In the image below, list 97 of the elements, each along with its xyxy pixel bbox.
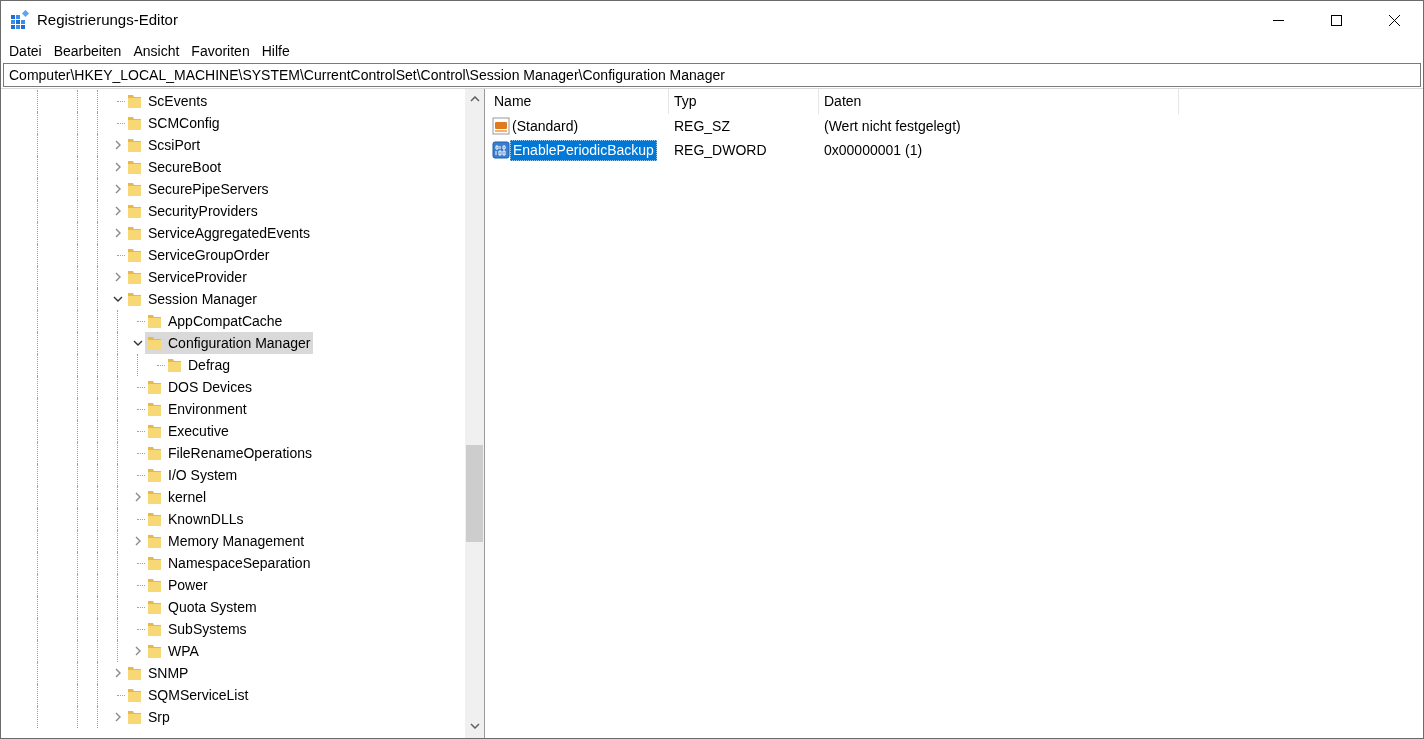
folder-icon	[126, 114, 143, 132]
folder-icon	[146, 488, 163, 506]
folder-icon	[126, 664, 143, 682]
tree-item[interactable]: SCMConfig	[125, 112, 223, 134]
tree-item[interactable]: NamespaceSeparation	[145, 552, 314, 574]
folder-icon	[146, 532, 163, 550]
maximize-icon	[1330, 14, 1342, 26]
value-name[interactable]: EnablePeriodicBackup	[510, 139, 657, 161]
chevron-right-icon[interactable]	[113, 184, 123, 194]
tree-item[interactable]: Defrag	[165, 354, 234, 376]
tree-item[interactable]: Executive	[145, 420, 232, 442]
scroll-down-icon[interactable]	[469, 723, 480, 729]
value-data: 0x00000001 (1)	[823, 140, 924, 160]
tree-item[interactable]: I/O System	[145, 464, 241, 486]
folder-icon	[146, 554, 163, 572]
column-header[interactable]: Name	[489, 89, 669, 114]
tree-item[interactable]: ServiceAggregatedEvents	[125, 222, 313, 244]
tree-item[interactable]: Memory Management	[145, 530, 308, 552]
registry-app-icon	[10, 10, 30, 30]
chevron-right-icon[interactable]	[113, 162, 123, 172]
folder-icon	[126, 224, 143, 242]
folder-icon	[126, 202, 143, 220]
folder-icon	[146, 642, 163, 660]
tree-item[interactable]: kernel	[145, 486, 210, 508]
menu-item[interactable]: Ansicht	[127, 40, 186, 62]
tree-item[interactable]: Configuration Manager	[145, 332, 314, 354]
chevron-right-icon[interactable]	[133, 536, 143, 546]
chevron-right-icon[interactable]	[113, 272, 123, 282]
value-type: REG_SZ	[673, 116, 731, 136]
chevron-right-icon[interactable]	[133, 492, 143, 502]
tree-item[interactable]: ServiceProvider	[125, 266, 250, 288]
tree-item[interactable]: SNMP	[125, 662, 192, 684]
column-header[interactable]: Typ	[669, 89, 819, 114]
scrollbar[interactable]	[465, 89, 484, 738]
folder-icon	[126, 92, 143, 110]
tree-item[interactable]: SecurityProviders	[125, 200, 261, 222]
folder-icon	[126, 290, 143, 308]
string-value-icon	[492, 117, 510, 135]
folder-icon	[126, 158, 143, 176]
tree-item[interactable]: SQMServiceList	[125, 684, 252, 706]
folder-icon	[146, 378, 163, 396]
tree-item[interactable]: KnownDLLs	[145, 508, 247, 530]
folder-icon	[146, 400, 163, 418]
value-type: REG_DWORD	[673, 140, 768, 160]
chevron-right-icon[interactable]	[113, 140, 123, 150]
close-icon	[1388, 14, 1400, 26]
tree-item[interactable]: ScEvents	[125, 90, 211, 112]
tree-item[interactable]: WPA	[145, 640, 202, 662]
tree-item[interactable]: Environment	[145, 398, 250, 420]
folder-icon	[146, 312, 163, 330]
tree-item[interactable]: Power	[145, 574, 211, 596]
chevron-right-icon[interactable]	[113, 712, 123, 722]
chevron-right-icon[interactable]	[133, 646, 143, 656]
menu-item[interactable]: Favoriten	[185, 40, 256, 62]
column-header[interactable]: Daten	[819, 89, 1179, 114]
folder-icon	[146, 576, 163, 594]
menu-item[interactable]: Hilfe	[255, 40, 296, 62]
folder-icon	[166, 356, 183, 374]
tree-item[interactable]: ServiceGroupOrder	[125, 244, 273, 266]
value-data: (Wert nicht festgelegt)	[823, 116, 962, 136]
tree-item[interactable]: SubSystems	[145, 618, 250, 640]
folder-icon	[126, 180, 143, 198]
binary-value-icon	[492, 141, 510, 159]
folder-icon	[146, 466, 163, 484]
tree-item[interactable]: SecurePipeServers	[125, 178, 272, 200]
chevron-down-icon[interactable]	[113, 294, 123, 304]
tree-item[interactable]: ScsiPort	[125, 134, 204, 156]
folder-icon	[146, 510, 163, 528]
window-title: Registrierungs-Editor	[37, 9, 178, 30]
chevron-right-icon[interactable]	[113, 668, 123, 678]
address-path: Computer\HKEY_LOCAL_MACHINE\SYSTEM\CurrentControlSet\Control\Session Manager\Configuration Manager	[9, 65, 725, 85]
folder-icon	[146, 598, 163, 616]
chevron-right-icon[interactable]	[113, 228, 123, 238]
menu-item[interactable]: Bearbeiten	[47, 40, 128, 62]
tree-item[interactable]: Session Manager	[125, 288, 260, 310]
scroll-thumb[interactable]	[466, 445, 483, 542]
folder-icon	[126, 708, 143, 726]
folder-icon	[146, 620, 163, 638]
chevron-down-icon[interactable]	[133, 338, 143, 348]
tree-item[interactable]: Srp	[125, 706, 173, 728]
scroll-up-icon[interactable]	[469, 96, 480, 102]
folder-icon	[126, 246, 143, 264]
folder-icon	[146, 422, 163, 440]
address-bar[interactable]: Computer\HKEY_LOCAL_MACHINE\SYSTEM\CurrentControlSet\Control\Session Manager\Configuration Manager	[3, 63, 1421, 87]
value-name[interactable]: (Standard)	[510, 115, 581, 137]
folder-icon	[126, 136, 143, 154]
tree-item[interactable]: FileRenameOperations	[145, 442, 315, 464]
folder-icon	[146, 334, 163, 352]
tree-item[interactable]: DOS Devices	[145, 376, 256, 398]
tree-item[interactable]: Quota System	[145, 596, 260, 618]
folder-icon	[146, 444, 163, 462]
tree-item[interactable]: AppCompatCache	[145, 310, 286, 332]
folder-icon	[126, 268, 143, 286]
chevron-right-icon[interactable]	[113, 206, 123, 216]
tree-item[interactable]: SecureBoot	[125, 156, 225, 178]
folder-icon	[126, 686, 143, 704]
menu-item[interactable]: Datei	[3, 40, 48, 62]
